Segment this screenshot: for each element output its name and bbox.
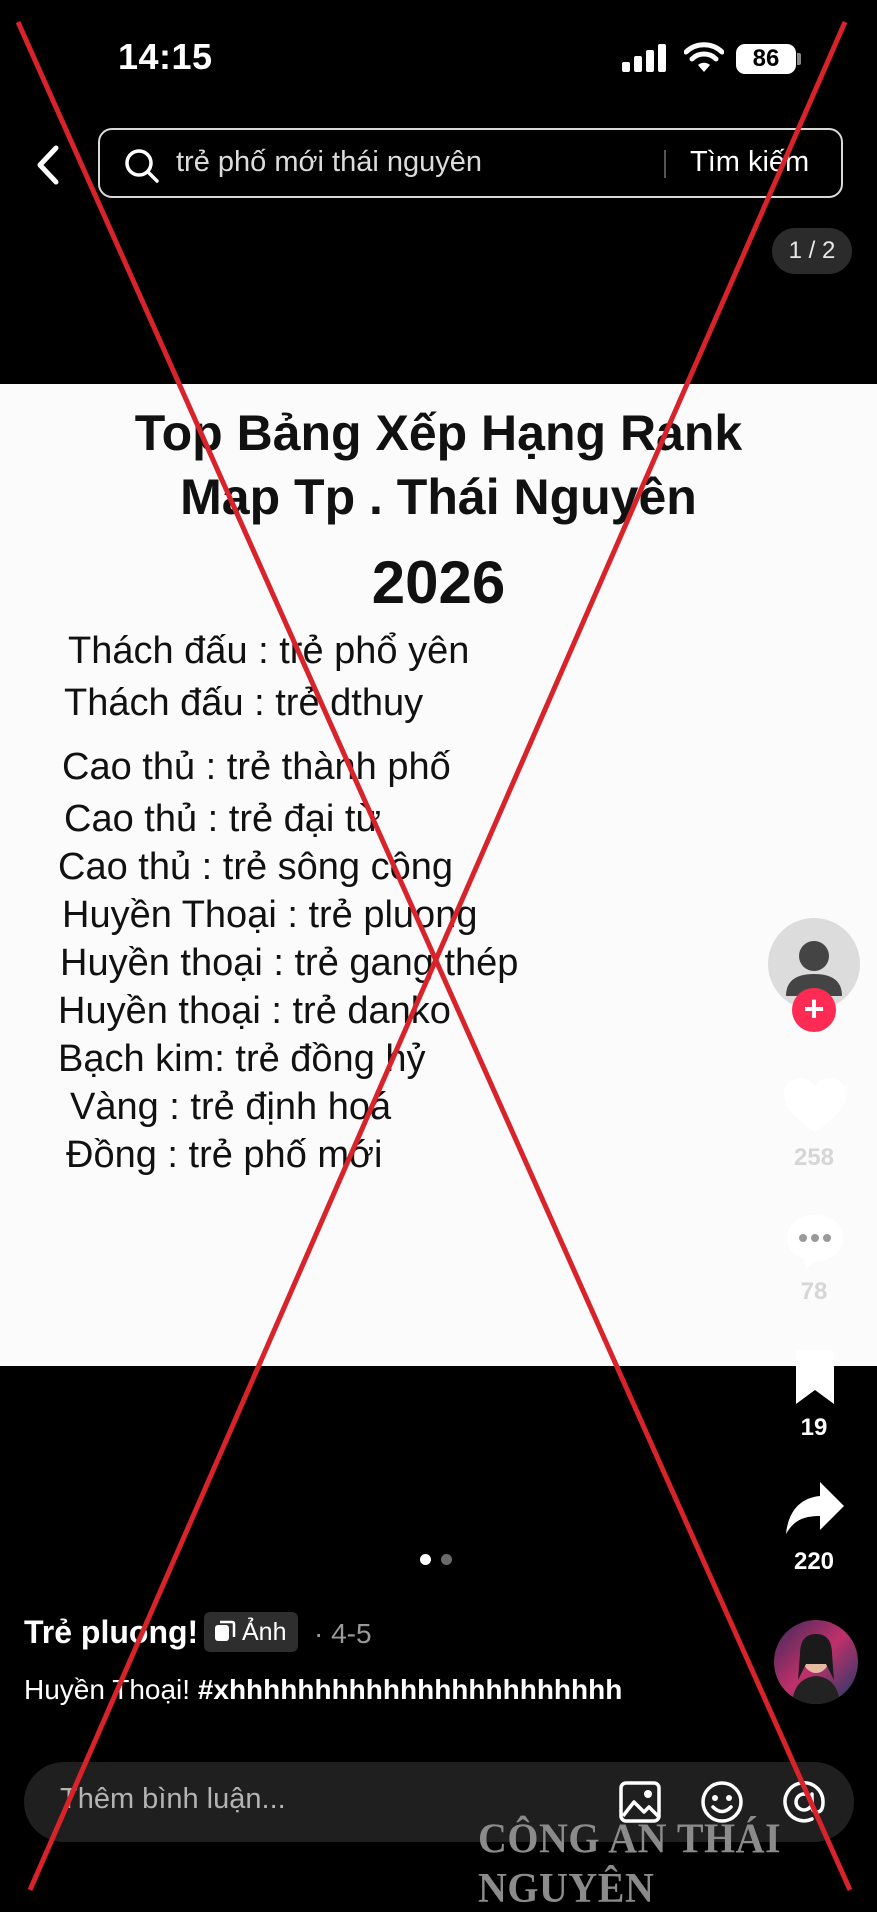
- ranking-item: Cao thủ : trẻ đại từ: [64, 798, 381, 840]
- post-image[interactable]: Top Bảng Xếp Hạng Rank Map Tp . Thái Ngu…: [0, 384, 877, 1366]
- bookmark-icon[interactable]: [792, 1350, 838, 1406]
- like-count: 258: [793, 1144, 835, 1171]
- comment-icon[interactable]: [784, 1212, 846, 1272]
- ranking-item: Vàng : trẻ định hoá: [70, 1086, 392, 1128]
- creator-photo: [774, 1620, 858, 1704]
- follow-button[interactable]: +: [792, 988, 836, 1032]
- ranking-item: Huyền Thoại : trẻ pluong: [62, 894, 478, 936]
- ranking-item: Thách đấu : trẻ phổ yên: [68, 630, 470, 672]
- status-time: 14:15: [118, 36, 213, 77]
- post-title-year: 2026: [371, 549, 506, 616]
- search-icon: [125, 149, 159, 183]
- post-date: · 4-5: [314, 1618, 372, 1649]
- ranking-item: Cao thủ : trẻ thành phố: [62, 746, 451, 788]
- photo-mode-icon: [215, 1620, 236, 1641]
- battery-cap: [797, 53, 801, 65]
- photo-badge: Ảnh: [204, 1612, 299, 1652]
- ranking-item: Cao thủ : trẻ sông công: [58, 846, 454, 888]
- search-button[interactable]: Tìm kiếm: [690, 146, 809, 179]
- cellular-signal-icon: [622, 44, 666, 72]
- search-divider: [664, 150, 666, 178]
- post-title-line-2: Map Tp . Thái Nguyên: [180, 469, 697, 525]
- watermark-text: CÔNG AN THÁI NGUYÊN: [478, 1814, 782, 1912]
- carousel-dot[interactable]: [441, 1554, 452, 1565]
- music-creator-avatar[interactable]: [774, 1620, 858, 1704]
- ranking-item: Huyền thoại : trẻ danko: [58, 990, 451, 1032]
- back-arrow-icon[interactable]: [28, 140, 68, 190]
- post-caption: Huyền Thoại! #xhhhhhhhhhhhhhhhhhhhhhhh: [24, 1674, 622, 1706]
- post-title-line-1: Top Bảng Xếp Hạng Rank: [134, 405, 743, 461]
- author-name[interactable]: Trẻ pluong!: [24, 1614, 198, 1651]
- ranking-item: Huyền thoại : trẻ gang thép: [60, 942, 519, 984]
- share-icon[interactable]: [784, 1480, 846, 1538]
- hashtag-link[interactable]: #xhhhhhhhhhhhhhhhhhhhhhhh: [198, 1674, 623, 1705]
- page-indicator: 1 / 2: [772, 228, 852, 274]
- wifi-icon: [684, 42, 724, 72]
- ranking-item: Đồng : trẻ phố mới: [66, 1134, 383, 1176]
- caption-text: Huyền Thoại!: [24, 1674, 198, 1705]
- save-count: 19: [800, 1414, 828, 1441]
- heart-icon[interactable]: [782, 1076, 848, 1136]
- battery-indicator: 86: [736, 44, 796, 74]
- carousel-dot-active[interactable]: [420, 1554, 431, 1565]
- ranking-item: Bạch kim: trẻ đồng hỷ: [58, 1038, 426, 1080]
- carousel-dots: [420, 1552, 462, 1570]
- photo-badge-label: Ảnh: [242, 1618, 287, 1646]
- share-count: 220: [793, 1548, 835, 1575]
- search-query[interactable]: trẻ phố mới thái nguyên: [176, 146, 482, 179]
- comment-count: 78: [800, 1278, 828, 1305]
- ranking-item: Thách đấu : trẻ dthuy: [64, 682, 424, 724]
- comment-placeholder[interactable]: Thêm bình luận...: [60, 1783, 286, 1816]
